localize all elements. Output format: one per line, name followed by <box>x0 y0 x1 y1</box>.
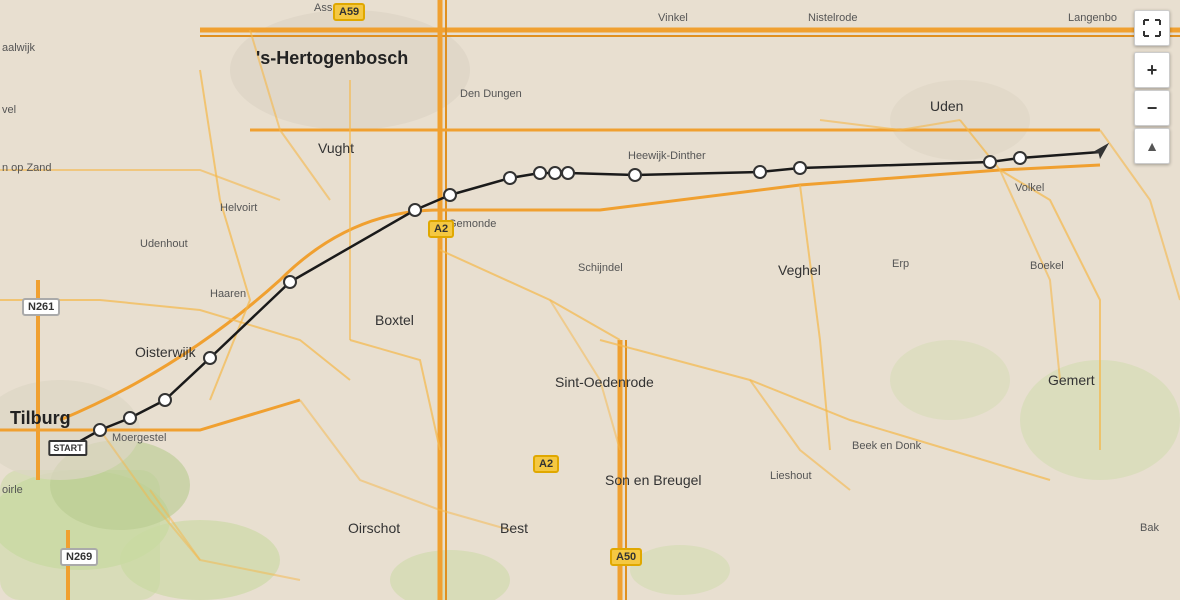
zoom-in-button[interactable]: + <box>1134 52 1170 88</box>
zoom-in-icon: + <box>1147 60 1158 81</box>
fullscreen-button[interactable] <box>1134 10 1170 46</box>
map-container: START 's-Hertogenbosch Tilburg Vught Ude… <box>0 0 1180 600</box>
map-controls: + − ▲ <box>1134 10 1170 164</box>
compass-icon: ▲ <box>1145 138 1159 154</box>
zoom-out-icon: − <box>1147 98 1158 119</box>
zoom-out-button[interactable]: − <box>1134 90 1170 126</box>
compass-button[interactable]: ▲ <box>1134 128 1170 164</box>
fullscreen-icon <box>1143 19 1161 37</box>
